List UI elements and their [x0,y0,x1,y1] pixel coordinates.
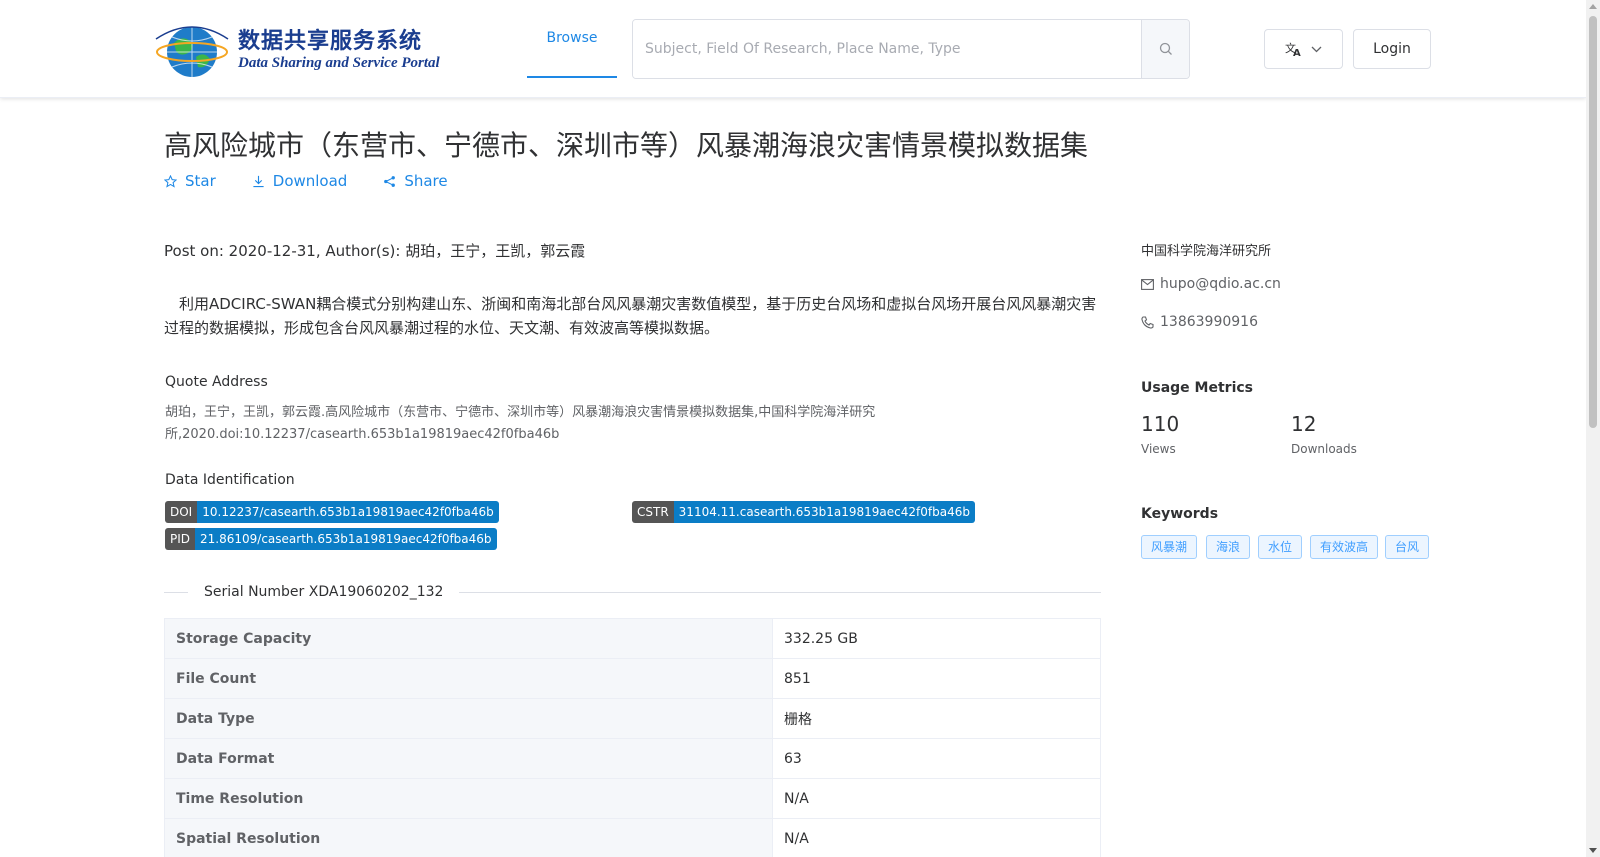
search-bar [632,19,1190,79]
top-header: 数据共享服务系统 Data Sharing and Service Portal… [0,0,1586,98]
download-button[interactable]: Download [252,172,348,190]
pid-tag-value: 21.86109/casearth.653b1a19819aec42f0fba4… [195,528,497,550]
globe-logo-icon [152,21,232,79]
search-button[interactable] [1141,20,1189,78]
table-key: Storage Capacity [164,618,773,659]
dataset-title: 高风险城市（东营市、宁德市、深圳市等）风暴潮海浪灾害情景模拟数据集 [164,129,1089,162]
dataset-info-table: Storage Capacity 332.25 GB File Count 851 … [164,618,1101,857]
share-icon [384,175,396,187]
share-button[interactable]: Share [383,172,448,190]
views-label: Views [1141,442,1176,456]
language-switch-button[interactable]: 文A [1264,29,1343,69]
organization-name: 中国科学院海洋研究所 [1141,244,1272,259]
keyword-tag[interactable]: 台风 [1385,535,1430,559]
keyword-tag[interactable]: 有效波高 [1310,535,1379,559]
table-key: Spatial Resolution [164,818,773,857]
table-key: Time Resolution [164,778,773,819]
star-label: Star [185,172,216,190]
table-key: Data Type [164,698,773,739]
download-icon [253,175,264,187]
email-text: hupo@qdio.ac.cn [1160,276,1281,292]
keyword-tag[interactable]: 海浪 [1206,535,1251,559]
logo-title-en: Data Sharing and Service Portal [238,55,440,71]
scroll-up-arrow-icon[interactable] [1589,4,1597,9]
usage-metrics-heading: Usage Metrics [1141,380,1253,396]
search-input[interactable] [633,20,1141,78]
table-row: Storage Capacity 332.25 GB [164,618,1101,659]
dataset-actions: Star Download Share [164,172,484,190]
views-count: 110 [1141,412,1180,436]
table-value: 851 [772,658,1101,699]
doi-tag-value: 10.12237/casearth.653b1a19819aec42f0fba4… [197,501,499,523]
keyword-tag[interactable]: 水位 [1258,535,1303,559]
pid-tag-key: PID [165,528,196,550]
table-row: Data Format 63 [164,738,1101,779]
quote-address-text: 胡珀，王宁，王凯，郭云霞.高风险城市（东营市、宁德市、深圳市等）风暴潮海浪灾害情… [165,405,876,442]
phone-text: 13863990916 [1160,314,1258,330]
keywords-heading: Keywords [1141,506,1219,522]
page-scrollbar[interactable] [1586,0,1600,857]
table-value: N/A [772,818,1101,857]
data-identification-heading: Data Identification [165,472,295,488]
table-row: Time Resolution N/A [164,778,1101,819]
portal-logo[interactable]: 数据共享服务系统 Data Sharing and Service Portal [152,20,442,80]
mail-icon [1141,278,1154,290]
contact-email[interactable]: hupo@qdio.ac.cn [1141,276,1281,292]
login-button[interactable]: Login [1353,29,1431,69]
contact-phone[interactable]: 13863990916 [1141,314,1258,330]
downloads-label: Downloads [1291,442,1357,456]
quote-address-heading: Quote Address [165,374,268,390]
table-value: 栅格 [772,698,1101,739]
table-row: Spatial Resolution N/A [164,818,1101,857]
table-row: File Count 851 [164,658,1101,699]
logo-title-cn: 数据共享服务系统 [238,28,423,54]
table-row: Data Type 栅格 [164,698,1101,739]
nav-browse-tab[interactable]: Browse [527,0,617,78]
table-key: File Count [164,658,773,699]
dataset-abstract: 利用ADCIRC-SWAN耦合模式分别构建山东、浙闽和南海北部台风风暴潮灾害数值… [164,295,1097,337]
cstr-tag-value: 31104.11.casearth.653b1a19819aec42f0fba4… [673,501,975,523]
doi-tag[interactable]: DOI 10.12237/casearth.653b1a19819aec42f0… [165,501,499,523]
table-value: 332.25 GB [772,618,1101,659]
phone-icon [1141,315,1154,329]
table-key: Data Format [164,738,773,779]
translate-icon: 文A [1285,41,1301,57]
scroll-down-arrow-icon[interactable] [1589,848,1597,853]
chevron-down-icon [1311,46,1322,52]
serial-number: Serial Number XDA19060202_132 [188,584,460,600]
share-label: Share [404,172,448,190]
scrollbar-thumb[interactable] [1589,16,1597,428]
table-value: N/A [772,778,1101,819]
star-button[interactable]: Star [164,172,216,190]
pid-tag[interactable]: PID 21.86109/casearth.653b1a19819aec42f0… [165,528,497,550]
search-icon [1159,42,1172,55]
svg-text:A: A [1293,48,1301,57]
cstr-tag-key: CSTR [632,501,674,523]
cstr-tag[interactable]: CSTR 31104.11.casearth.653b1a19819aec42f… [632,501,975,523]
doi-tag-key: DOI [165,501,198,523]
downloads-count: 12 [1291,412,1317,436]
keyword-tag[interactable]: 风暴潮 [1141,535,1198,559]
download-label: Download [272,172,348,190]
post-meta: Post on: 2020-12-31, Author(s): 胡珀，王宁，王凯… [164,242,586,260]
star-icon [164,174,177,188]
table-value: 63 [772,738,1101,779]
